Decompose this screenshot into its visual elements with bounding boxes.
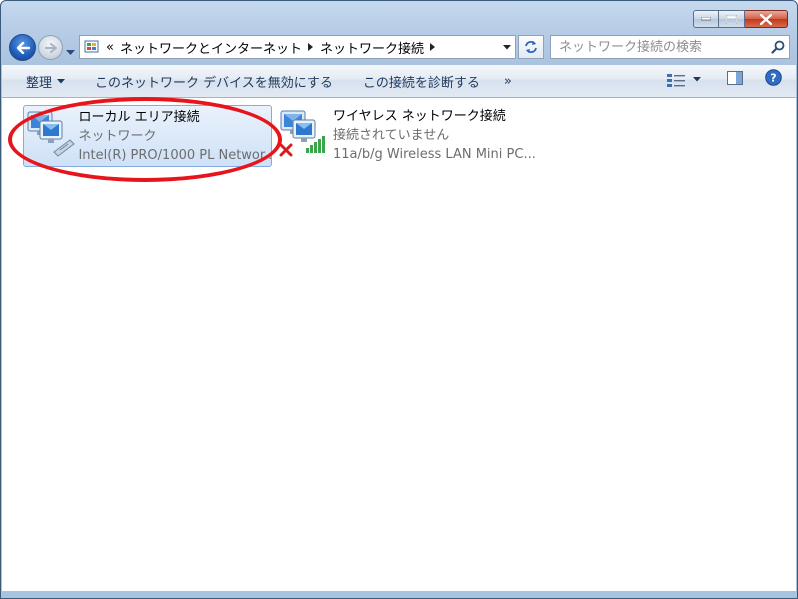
recent-pages-button[interactable] [66, 41, 75, 60]
chevron-right-icon[interactable] [307, 43, 314, 51]
network-adapter-icon [27, 111, 75, 157]
address-bar[interactable]: « ネットワークとインターネット ネットワーク接続 [79, 35, 516, 59]
connection-local-area[interactable]: ローカル エリア接続 ネットワーク Intel(R) PRO/1000 PL N… [23, 105, 272, 167]
more-commands-button[interactable]: » [492, 68, 524, 94]
address-overflow[interactable]: « [106, 40, 114, 55]
chevron-right-icon[interactable] [430, 43, 436, 51]
window-frame-bottom [1, 591, 797, 598]
connection-icon [277, 105, 333, 167]
minimize-button[interactable] [693, 10, 719, 28]
connection-details: ワイヤレス ネットワーク接続 接続されていません 11a/b/g Wireles… [333, 105, 536, 167]
more-commands-label: » [503, 73, 512, 89]
search-button[interactable] [767, 40, 789, 54]
view-icon [667, 73, 685, 87]
organize-menu[interactable]: 整理 [2, 68, 77, 94]
connection-name: ローカル エリア接続 [78, 110, 200, 125]
forward-arrow-icon [44, 42, 57, 53]
breadcrumb-network-internet[interactable]: ネットワークとインターネット [120, 38, 302, 57]
chevron-down-icon [57, 78, 66, 83]
address-dropdown[interactable] [499, 44, 515, 50]
breadcrumb: « ネットワークとインターネット ネットワーク接続 [80, 38, 499, 57]
minimize-icon [701, 17, 711, 21]
back-arrow-icon [16, 41, 30, 54]
maximize-button[interactable] [719, 10, 745, 28]
search-box [550, 35, 790, 59]
disable-device-button[interactable]: このネットワーク デバイスを無効にする [83, 68, 345, 94]
breadcrumb-network-connections[interactable]: ネットワーク接続 [320, 38, 424, 57]
chevron-down-icon [503, 44, 511, 49]
help-button[interactable]: ? [765, 69, 782, 90]
diagnose-button[interactable]: この接続を診断する [351, 68, 492, 94]
help-icon: ? [765, 69, 782, 86]
connection-status: ネットワーク [78, 129, 157, 144]
organize-label: 整理 [26, 75, 53, 91]
preview-pane-icon [727, 70, 743, 85]
navigation-bar: « ネットワークとインターネット ネットワーク接続 [9, 34, 790, 61]
control-panel-icon [84, 40, 99, 53]
connection-details: ローカル エリア接続 ネットワーク Intel(R) PRO/1000 PL N… [78, 106, 271, 166]
explorer-window: « ネットワークとインターネット ネットワーク接続 ネットワーク接続の検索 整理… [0, 0, 798, 599]
change-view-button[interactable] [667, 73, 701, 87]
chevron-down-icon [693, 77, 701, 82]
forward-button[interactable] [38, 35, 63, 60]
close-icon [760, 13, 772, 25]
svg-text:?: ? [770, 72, 776, 85]
caption-buttons [693, 10, 788, 28]
connection-device: Intel(R) PRO/1000 PL Networ... [78, 148, 271, 163]
connection-device: 11a/b/g Wireless LAN Mini PC... [333, 147, 536, 162]
chevron-down-icon [66, 50, 75, 55]
disconnected-x-icon [279, 143, 293, 157]
preview-pane-button[interactable] [727, 70, 743, 89]
search-icon [771, 40, 785, 54]
connection-wireless[interactable]: ワイヤレス ネットワーク接続 接続されていません 11a/b/g Wireles… [277, 105, 557, 167]
refresh-icon [525, 41, 537, 53]
command-bar: 整理 このネットワーク デバイスを無効にする この接続を診断する » ? [2, 65, 796, 98]
connection-status: 接続されていません [333, 128, 450, 143]
back-button[interactable] [9, 34, 36, 61]
connections-view: ローカル エリア接続 ネットワーク Intel(R) PRO/1000 PL N… [2, 98, 796, 591]
close-button[interactable] [745, 10, 788, 28]
search-input[interactable] [551, 38, 767, 56]
connection-icon [24, 106, 78, 166]
disable-device-label: このネットワーク デバイスを無効にする [95, 75, 333, 91]
diagnose-label: この接続を診断する [362, 75, 480, 91]
maximize-icon [726, 14, 737, 24]
refresh-button[interactable] [518, 35, 544, 59]
view-controls: ? [667, 69, 782, 90]
connection-name: ワイヤレス ネットワーク接続 [333, 109, 506, 124]
